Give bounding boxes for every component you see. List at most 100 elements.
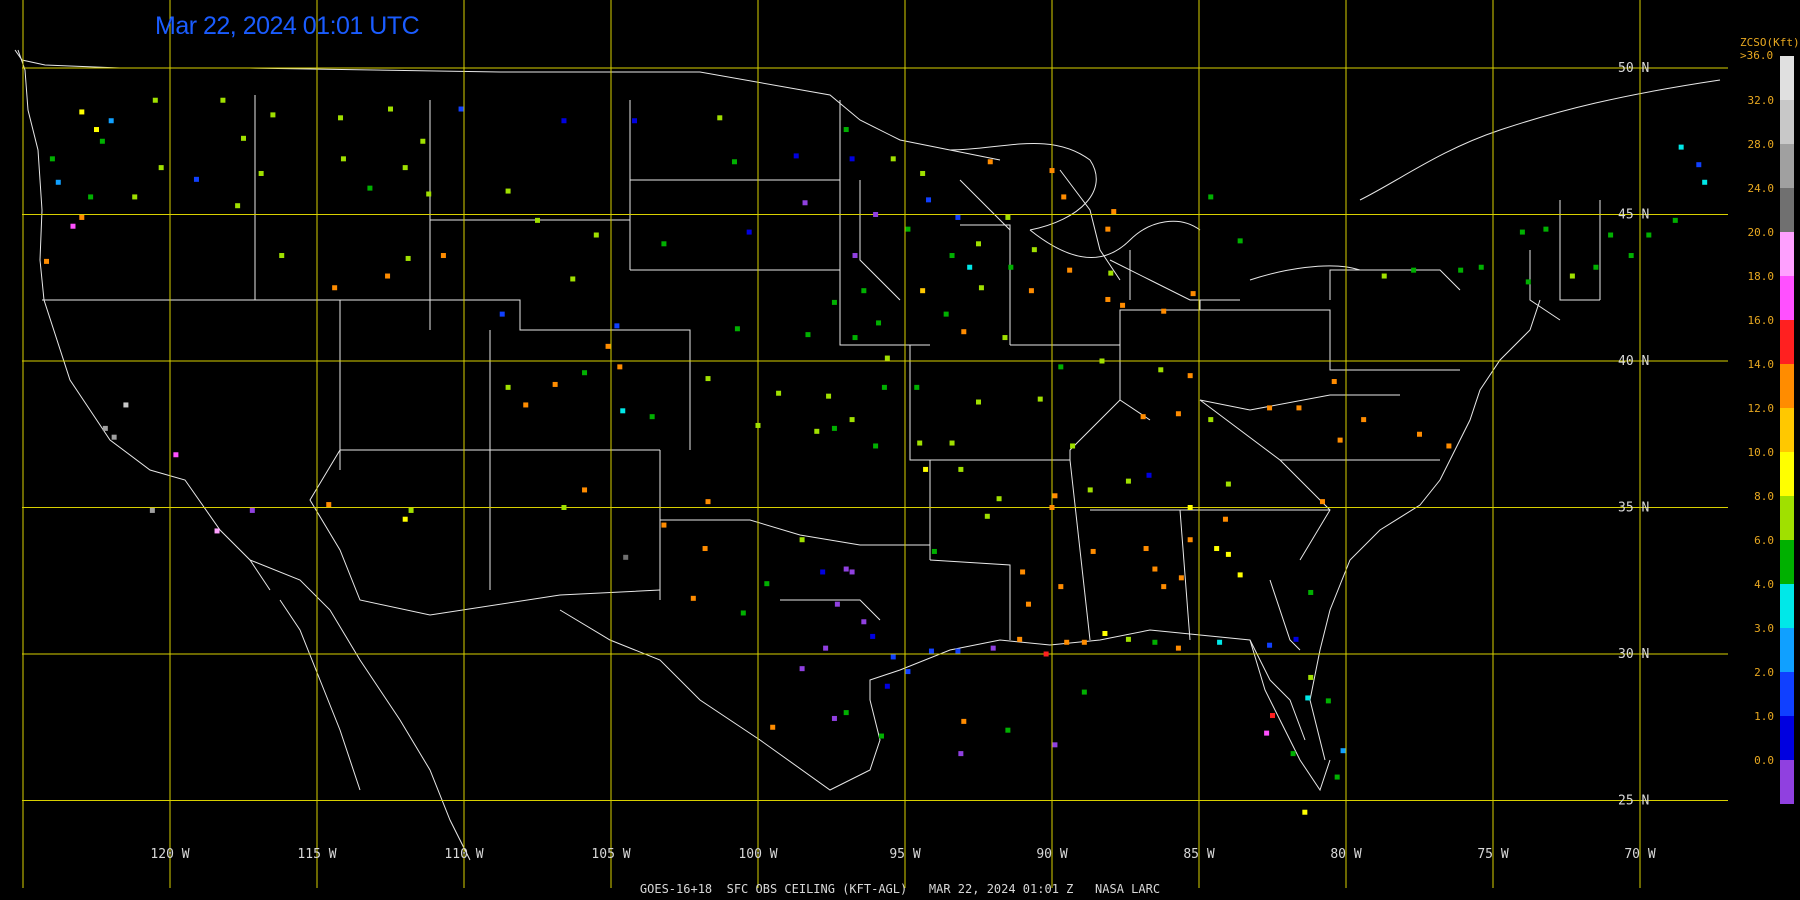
observation-point — [920, 288, 926, 294]
observation-point — [996, 496, 1002, 502]
observation-point — [1325, 698, 1331, 704]
observation-point — [705, 376, 711, 382]
observation-point — [1099, 358, 1105, 364]
colorbar-title: ZCSO(Kft) — [1740, 36, 1800, 49]
observation-point — [1569, 273, 1575, 279]
observation-points — [44, 97, 1708, 815]
observation-point — [1646, 232, 1652, 238]
observation-point — [1087, 487, 1093, 493]
observation-point — [1061, 194, 1067, 200]
observation-point — [1190, 291, 1196, 297]
observation-point — [834, 601, 840, 607]
colorbar-tick-label: 32.0 — [1748, 94, 1775, 107]
observation-point — [870, 633, 876, 639]
observation-point — [385, 273, 391, 279]
lon-label: 115 W — [297, 847, 336, 862]
observation-point — [1225, 551, 1231, 557]
observation-point — [1308, 589, 1314, 595]
observation-point — [831, 425, 837, 431]
observation-point — [49, 156, 55, 162]
observation-point — [926, 197, 932, 203]
observation-point — [1017, 636, 1023, 642]
colorbar-tick-label: 16.0 — [1748, 314, 1775, 327]
observation-point — [55, 179, 61, 185]
observation-point — [1702, 179, 1708, 185]
observation-point — [820, 569, 826, 575]
observation-point — [917, 440, 923, 446]
observation-point — [1187, 505, 1193, 510]
observation-point — [764, 581, 770, 587]
colorbar-tick-label: 10.0 — [1748, 446, 1775, 459]
observation-point — [367, 185, 373, 191]
lat-label: 30 N — [1618, 647, 1649, 662]
observation-point — [958, 466, 964, 472]
observation-point — [173, 452, 179, 458]
observation-point — [614, 323, 620, 329]
lon-label: 95 W — [889, 847, 920, 862]
observation-point — [928, 648, 934, 654]
observation-point — [1178, 575, 1184, 581]
colorbar-segment — [1780, 276, 1794, 320]
observation-point — [1020, 569, 1026, 575]
observation-point — [88, 194, 94, 200]
colorbar-tick-label: 18.0 — [1748, 270, 1775, 283]
observation-point — [1005, 214, 1011, 220]
observation-point — [793, 153, 799, 159]
observation-point — [402, 165, 408, 171]
colorbar-segment — [1780, 144, 1794, 188]
observation-point — [955, 648, 961, 654]
observation-point — [843, 127, 849, 133]
observation-point — [1002, 335, 1008, 341]
observation-point — [235, 203, 241, 209]
observation-point — [876, 320, 882, 326]
observation-point — [458, 106, 464, 112]
observation-point — [852, 253, 858, 259]
observation-point — [1446, 443, 1452, 449]
observation-point — [1105, 226, 1111, 232]
observation-point — [582, 487, 588, 493]
observation-point — [805, 332, 811, 338]
observation-point — [961, 329, 967, 335]
observation-point — [1031, 247, 1037, 253]
observation-point — [1070, 443, 1076, 449]
colorbar-segment — [1780, 584, 1794, 628]
observation-point — [849, 417, 855, 423]
observation-point — [99, 138, 105, 144]
observation-point — [499, 311, 505, 317]
observation-point — [1222, 516, 1228, 522]
observation-point — [649, 414, 655, 420]
colorbar-segment — [1780, 628, 1794, 672]
observation-point — [338, 115, 344, 121]
observation-point — [279, 253, 285, 259]
observation-point — [1319, 499, 1325, 505]
observation-point — [523, 402, 529, 408]
observation-point — [914, 384, 920, 390]
observation-point — [931, 548, 937, 554]
observation-point — [1411, 267, 1417, 273]
observation-point — [884, 683, 890, 689]
timestamp-label: Mar 22, 2024 01:01 UTC — [155, 12, 420, 40]
observation-point — [1125, 636, 1131, 642]
observation-point — [1005, 727, 1011, 733]
colorbar-segment — [1780, 320, 1794, 364]
observation-point — [1628, 253, 1634, 259]
observation-point — [1143, 546, 1149, 552]
observation-point — [755, 422, 761, 428]
observation-point — [967, 264, 973, 270]
ceiling-colorbar: ZCSO(Kft)>36.0 32.0 28.0 24.0 20.0 18.0 16.0 14… — [1740, 36, 1800, 804]
observation-point — [1267, 642, 1273, 648]
observation-point — [949, 440, 955, 446]
observation-point — [582, 370, 588, 376]
observation-point — [1361, 417, 1367, 423]
observation-point — [1064, 639, 1070, 645]
observation-point — [976, 399, 981, 405]
observation-point — [852, 335, 858, 341]
grid-labels: 50 N 45 N 40 N 35 N 30 N 25 N 120 W 115 W 110 W 1… — [150, 61, 1655, 862]
observation-point — [1025, 601, 1031, 607]
observation-point — [770, 724, 776, 730]
observation-point — [570, 276, 576, 282]
observation-point — [258, 170, 264, 176]
colorbar-segment — [1780, 496, 1794, 540]
observation-point — [193, 176, 199, 182]
lon-label: 105 W — [591, 847, 630, 862]
